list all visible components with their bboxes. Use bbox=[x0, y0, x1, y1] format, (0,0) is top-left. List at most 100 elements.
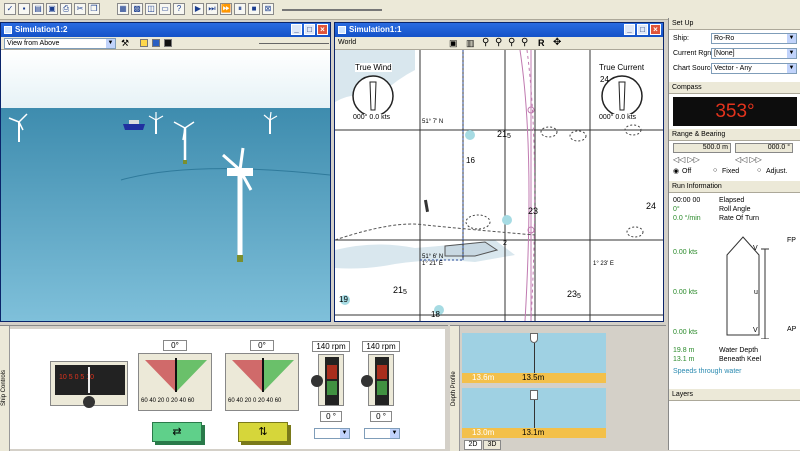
speed-aft: 0.00 kts bbox=[673, 329, 698, 336]
minimize-button[interactable]: _ bbox=[291, 24, 302, 35]
engine-2-select[interactable]: ▼ bbox=[364, 428, 400, 439]
disk-icon[interactable]: ▣ bbox=[46, 3, 58, 15]
bearing-value[interactable]: 000.0 ° bbox=[735, 143, 793, 153]
minimize-button[interactable]: _ bbox=[624, 24, 635, 35]
help-icon[interactable]: ? bbox=[173, 3, 185, 15]
radio-icon[interactable]: ○ bbox=[757, 167, 761, 174]
print-icon[interactable]: ⎙ bbox=[60, 3, 72, 15]
zoom-reset-icon[interactable]: ⚲ bbox=[521, 37, 528, 48]
save-icon[interactable]: ▪ bbox=[18, 3, 30, 15]
view-toolbar: View from Above ▼ ⚒ bbox=[1, 37, 330, 50]
sea-icon[interactable] bbox=[152, 39, 160, 47]
simulation-3d-window: Simulation1:2 _ □ × View from Above ▼ ⚒ bbox=[0, 22, 331, 322]
nautical-chart[interactable] bbox=[335, 50, 663, 321]
sounding: 5 bbox=[507, 133, 511, 140]
engine-2-astern bbox=[377, 365, 387, 379]
chart-source-value: Vector - Any bbox=[714, 65, 752, 72]
step-icon[interactable]: ⏭ bbox=[206, 3, 218, 15]
rudder-1-gauge[interactable]: 60 40 20 0 20 40 60 bbox=[138, 353, 212, 411]
depth-profile-tab[interactable]: Depth Profile bbox=[450, 326, 460, 451]
chart-icon[interactable]: ▥ bbox=[466, 38, 475, 49]
sounding: 5 bbox=[577, 293, 581, 300]
tab-3d[interactable]: 3D bbox=[483, 440, 501, 450]
bow-thruster-knob[interactable] bbox=[83, 396, 95, 408]
chevron-down-icon: ▼ bbox=[787, 34, 796, 43]
depth-value: 19.8 m bbox=[673, 347, 695, 354]
engine-1-select[interactable]: ▼ bbox=[314, 428, 350, 439]
run-info-panel: 00:00 00 Elapsed 0° Roll Angle 0.0 °/min… bbox=[669, 193, 800, 389]
window-icon[interactable]: ▭ bbox=[159, 3, 171, 15]
zoom-slider[interactable] bbox=[259, 43, 329, 44]
depth-label: Water Depth bbox=[719, 347, 759, 354]
record-icon[interactable]: ⊠ bbox=[262, 3, 274, 15]
open-icon[interactable]: ▤ bbox=[32, 3, 44, 15]
rudder1-value: 0° bbox=[163, 340, 187, 351]
up-down-arrows-icon: ⇅ bbox=[258, 426, 268, 438]
true-current-label: True Current bbox=[599, 63, 645, 72]
tab-2d[interactable]: 2D bbox=[464, 440, 482, 450]
layers-panel bbox=[669, 401, 800, 441]
layers-icon[interactable]: ◫ bbox=[145, 3, 157, 15]
close-button[interactable]: × bbox=[317, 24, 328, 35]
maximize-button[interactable]: □ bbox=[637, 24, 648, 35]
time-slider-track[interactable] bbox=[282, 9, 382, 11]
camera-icon[interactable] bbox=[164, 39, 172, 47]
compass-readout: 353° bbox=[673, 97, 797, 126]
chart-icon[interactable]: ▩ bbox=[131, 3, 143, 15]
tool-icon[interactable]: ⚒ bbox=[121, 38, 129, 49]
sounding: 23 bbox=[567, 289, 578, 299]
engine-1-knob[interactable] bbox=[311, 375, 323, 387]
depth-bottom-left: 13.0m bbox=[472, 428, 495, 437]
zoom-out-icon[interactable]: ⚲ bbox=[495, 37, 502, 48]
zoom-in-icon[interactable]: ⚲ bbox=[482, 37, 489, 48]
lon-label: 1° 21' E bbox=[422, 261, 443, 267]
radio-icon[interactable]: ◉ bbox=[673, 167, 679, 175]
speed-mid: 0.00 kts bbox=[673, 289, 698, 296]
new-icon[interactable]: ✓ bbox=[4, 3, 16, 15]
3d-sea-view[interactable] bbox=[1, 50, 330, 321]
range-value[interactable]: 500.0 m bbox=[673, 143, 731, 153]
longitudinal-thrust-button[interactable]: ⇅ bbox=[238, 422, 288, 442]
sounding: 24 bbox=[646, 201, 657, 211]
view-select[interactable]: View from Above ▼ bbox=[4, 38, 116, 49]
v-label-bottom: V bbox=[753, 327, 758, 334]
rudder-2-gauge[interactable]: 60 40 20 0 20 40 60 bbox=[225, 353, 299, 411]
depth-profile-panel: Depth Profile 13.6m 13.5m 13.0m 13.1m 2D… bbox=[450, 325, 666, 451]
bearing-arrows[interactable]: ◁◁ ▷▷ bbox=[735, 155, 762, 164]
copy-icon[interactable]: ❐ bbox=[88, 3, 100, 15]
chart-source-select[interactable]: Vector - Any ▼ bbox=[711, 63, 797, 74]
transverse-thrust-button[interactable]: ⇄ bbox=[152, 422, 202, 442]
window-title: Simulation1:1 bbox=[349, 25, 402, 34]
pause-icon[interactable]: ⏸ bbox=[234, 3, 246, 15]
pan-icon[interactable]: ✥ bbox=[553, 37, 561, 48]
layers-header[interactable]: Layers bbox=[669, 389, 800, 401]
grid-icon[interactable]: ▦ bbox=[117, 3, 129, 15]
current-rgn-select[interactable]: [None] ▼ bbox=[711, 48, 797, 59]
fit-icon[interactable]: ▣ bbox=[449, 38, 458, 49]
zoom-area-icon[interactable]: ⚲ bbox=[508, 37, 515, 48]
light-icon[interactable] bbox=[140, 39, 148, 47]
range-arrows[interactable]: ◁◁ ▷▷ bbox=[673, 155, 700, 164]
close-button[interactable]: × bbox=[650, 24, 661, 35]
ship-select[interactable]: Ro-Ro ▼ bbox=[711, 33, 797, 44]
engine-2-knob[interactable] bbox=[361, 375, 373, 387]
range-tool-button[interactable]: R bbox=[538, 38, 545, 48]
true-wind-dial bbox=[352, 75, 394, 117]
stop-icon[interactable]: ■ bbox=[248, 3, 260, 15]
fast-forward-icon[interactable]: ⏩ bbox=[220, 3, 232, 15]
rudder2-scale: 60 40 20 0 20 40 60 bbox=[228, 398, 282, 404]
range-bearing-panel: 500.0 m 000.0 ° ◁◁ ▷▷ ◁◁ ▷▷ ◉ Off ○ Fixe… bbox=[669, 141, 800, 181]
lon-label: 1° 23' E bbox=[593, 261, 614, 267]
depth-line-top bbox=[534, 343, 535, 373]
cut-icon[interactable]: ✂ bbox=[74, 3, 86, 15]
maximize-button[interactable]: □ bbox=[304, 24, 315, 35]
bow-thruster[interactable]: 10 5 0 5 10 bbox=[50, 361, 128, 408]
rudder-1-dial bbox=[145, 358, 207, 392]
chevron-down-icon: ▼ bbox=[787, 64, 796, 73]
ship-controls-tab[interactable]: Ship Controls bbox=[0, 326, 10, 451]
fixed-label: Fixed bbox=[722, 168, 740, 175]
roll-label: Roll Angle bbox=[719, 206, 751, 213]
play-icon[interactable]: ▶ bbox=[192, 3, 204, 15]
radio-icon[interactable]: ○ bbox=[713, 167, 717, 174]
rudder-2-dial bbox=[232, 358, 294, 392]
